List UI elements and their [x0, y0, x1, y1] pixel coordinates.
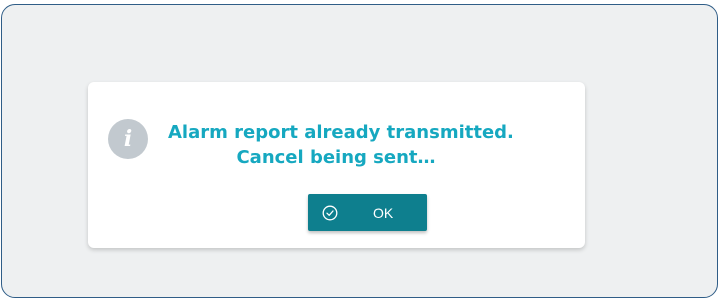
check-circle-icon: [322, 205, 338, 221]
window-frame: i Alarm report already transmitted. Canc…: [1, 4, 718, 298]
ok-button-label: OK: [373, 205, 394, 221]
info-icon: i: [108, 119, 148, 159]
dialog-message: Alarm report already transmitted. Cancel…: [168, 120, 514, 170]
message-line-2: Cancel being sent…: [236, 147, 436, 168]
message-line-1: Alarm report already transmitted.: [168, 122, 514, 143]
info-icon-glyph: i: [123, 126, 133, 152]
alarm-dialog: i Alarm report already transmitted. Canc…: [88, 82, 585, 248]
ok-button[interactable]: OK: [308, 194, 427, 231]
